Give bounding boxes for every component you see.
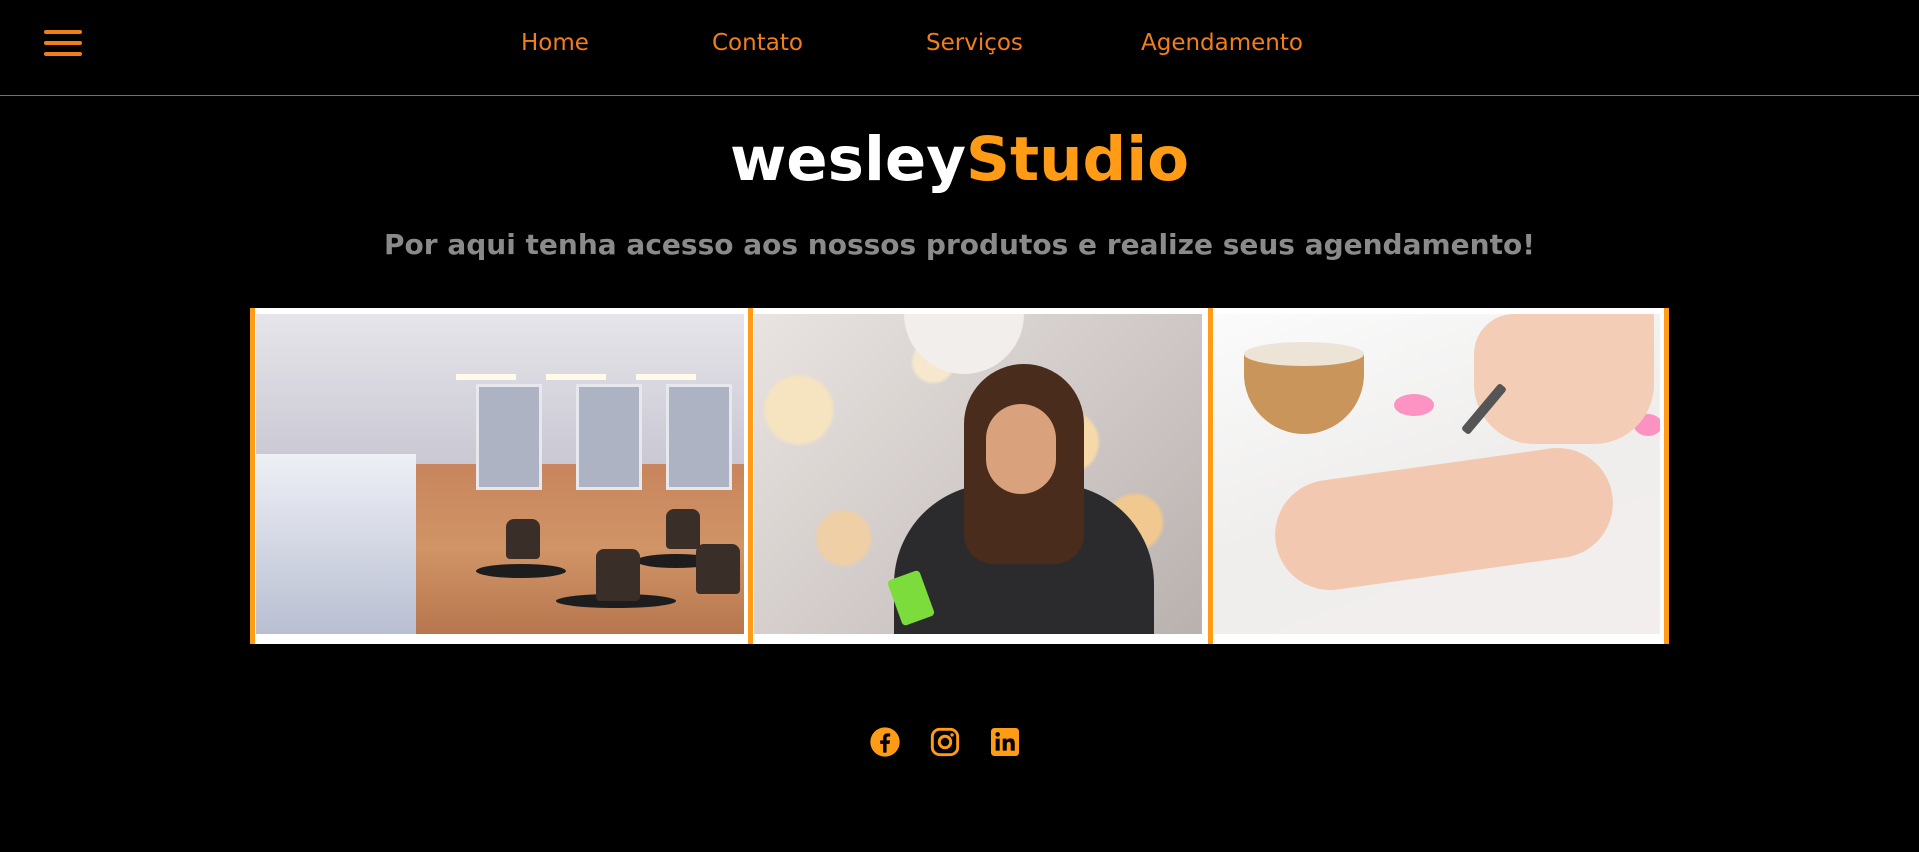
gallery-border-accent: [250, 308, 255, 644]
linkedin-icon[interactable]: [989, 726, 1021, 758]
tagline: Por aqui tenha acesso aos nossos produto…: [384, 228, 1535, 261]
social-links: [0, 726, 1919, 760]
brand-title-part2: Studio: [966, 124, 1190, 195]
hair-styling-photo: [754, 314, 1202, 634]
gallery-border-accent: [1664, 308, 1669, 644]
salon-interior-photo: [256, 314, 744, 634]
hamburger-menu-icon[interactable]: [44, 30, 82, 58]
brand-title-part1: wesley: [729, 124, 967, 195]
gallery-border-accent: [748, 308, 753, 644]
top-navigation-bar: Home Contato Serviços Agendamento: [0, 0, 1919, 96]
gallery-border-accent: [1208, 308, 1213, 644]
facebook-icon[interactable]: [869, 726, 901, 758]
manicure-photo: [1214, 314, 1660, 634]
nav-link-agendamento[interactable]: Agendamento: [1141, 30, 1303, 56]
image-gallery: [250, 308, 1669, 644]
nav-link-servicos[interactable]: Serviços: [926, 30, 1023, 56]
nav-link-home[interactable]: Home: [521, 30, 589, 56]
nav-link-contato[interactable]: Contato: [712, 30, 803, 56]
brand-title: wesleyStudio: [0, 124, 1919, 196]
instagram-icon[interactable]: [929, 726, 961, 758]
